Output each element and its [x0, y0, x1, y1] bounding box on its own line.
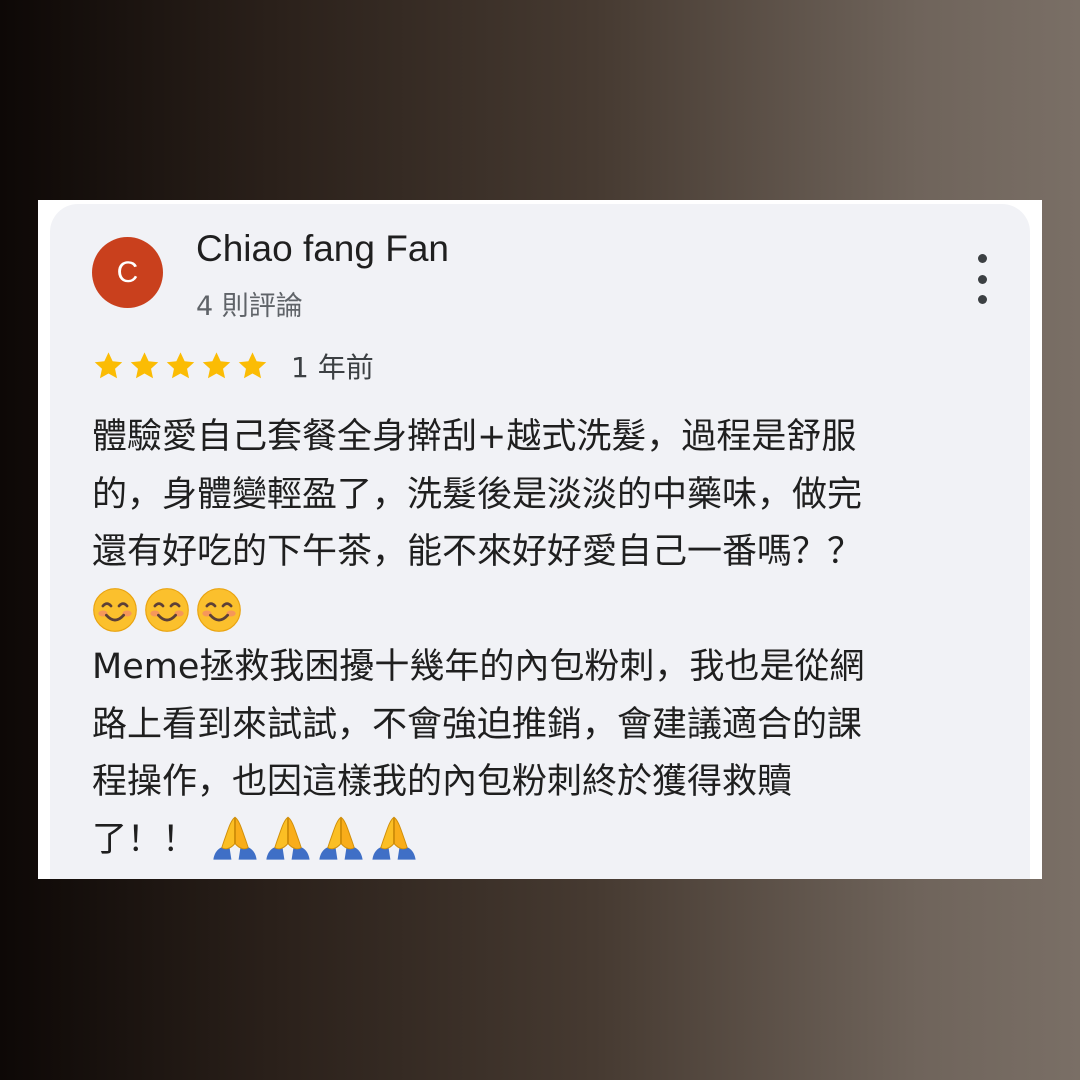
review-text-line: 程操作，也因這樣我的內包粉刺終於獲得救贖 — [92, 762, 793, 802]
review-text-line: 的，身體變輕盈了，洗髮後是淡淡的中藥味，做完 — [92, 474, 863, 515]
star-icon — [94, 352, 123, 379]
review-text-line: Meme拯救我困擾十幾年的內包粉刺，我也是從網 — [92, 647, 865, 687]
emoji-line — [92, 582, 1012, 640]
review-count[interactable]: 4 則評論 — [196, 284, 303, 323]
avatar[interactable]: C — [92, 237, 163, 308]
more-vert-icon — [977, 254, 987, 263]
more-options-button[interactable] — [964, 254, 1000, 304]
star-icon — [166, 352, 195, 379]
star-icon — [130, 352, 159, 379]
review-text-line: 了！！ — [92, 819, 198, 860]
review-text-line: 路上看到來試試，不會強迫推銷，會建議適合的課 — [92, 704, 863, 745]
star-rating — [92, 350, 269, 382]
star-icon — [202, 352, 231, 379]
folded-hands-emoji — [266, 816, 310, 860]
avatar-letter: C — [116, 255, 139, 289]
review-text-line: 體驗愛自己套餐全身擀刮+越式洗髮，過程是舒服 — [92, 417, 857, 457]
star-icon — [238, 352, 267, 379]
folded-hands-emoji — [213, 816, 257, 860]
reviewer-name[interactable]: Chiao fang Fan — [196, 228, 449, 270]
more-vert-icon-dot — [977, 274, 987, 284]
review-text: 體驗愛自己套餐全身擀刮+越式洗髮，過程是舒服 的，身體變輕盈了，洗髮後是淡淡的中… — [92, 409, 1012, 869]
rating-row: 1 年前 — [92, 346, 374, 386]
review-card: C Chiao fang Fan 4 則評論 1 年前 體驗愛自己套餐全身擀刮+… — [50, 204, 1030, 879]
more-vert-icon-dot — [977, 295, 987, 304]
screenshot-frame: C Chiao fang Fan 4 則評論 1 年前 體驗愛自己套餐全身擀刮+… — [38, 200, 1042, 879]
review-date: 1 年前 — [291, 351, 374, 384]
smiling-face-emoji — [145, 588, 189, 633]
folded-hands-emoji — [372, 816, 416, 860]
review-text-line: 還有好吃的下午茶，能不來好好愛自己一番嗎？？ — [92, 532, 863, 572]
folded-hands-emoji — [319, 816, 363, 860]
smiling-face-emoji — [197, 588, 241, 633]
review-text-last-line: 了！！ — [92, 812, 1012, 870]
smiling-face-emoji — [93, 588, 137, 633]
